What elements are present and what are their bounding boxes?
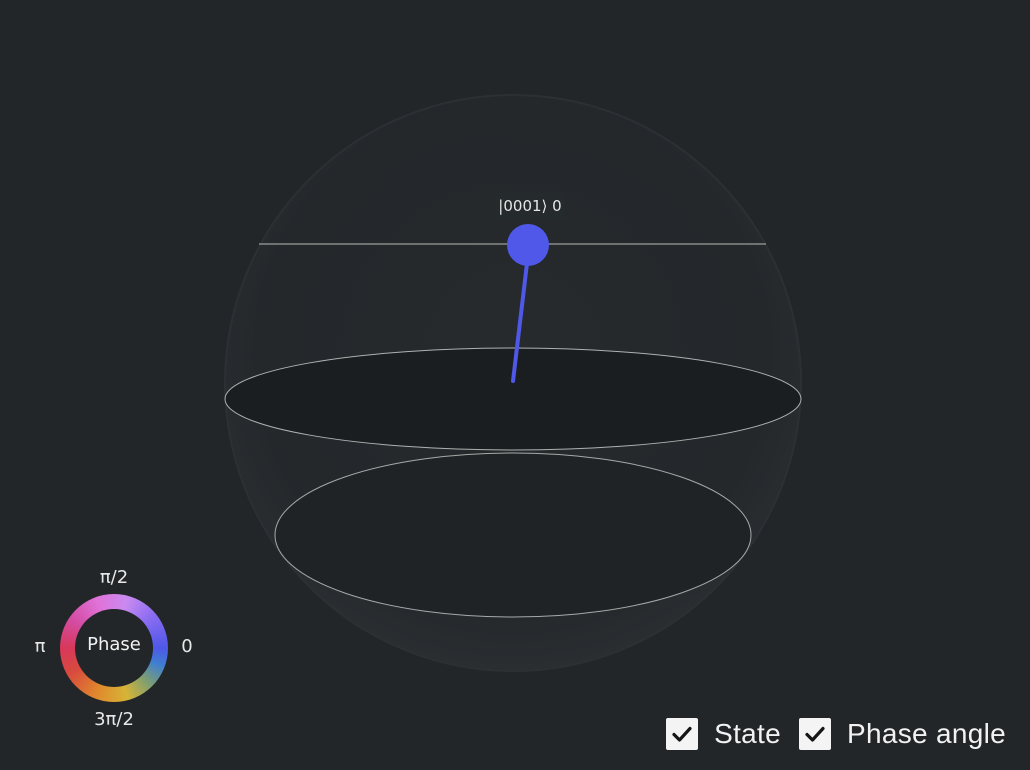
- display-toggles: State Phase angle: [666, 718, 1006, 750]
- state-checkbox[interactable]: [666, 718, 699, 750]
- phase-tick-three-pi-half: 3π/2: [94, 709, 134, 730]
- phase-angle-toggle[interactable]: Phase angle: [799, 718, 1006, 750]
- state-toggle[interactable]: State: [666, 718, 781, 750]
- phase-tick-zero: 0: [181, 636, 193, 657]
- checkmark-icon: [672, 726, 692, 742]
- phase-angle-toggle-label: Phase angle: [847, 718, 1006, 749]
- state-point[interactable]: [507, 224, 549, 266]
- state-toggle-label: State: [714, 718, 782, 749]
- checkmark-icon: [805, 726, 825, 742]
- lower-latitude-ring: [274, 452, 752, 618]
- equator-ring: [224, 347, 802, 451]
- phase-wheel-label: Phase: [87, 634, 141, 655]
- qsphere-viewer: |0001⟩ 0 Phase π/2 3π/2 π 0 State Phase …: [0, 0, 1030, 770]
- phase-tick-pi-half: π/2: [99, 567, 129, 588]
- state-label: |0001⟩ 0: [495, 193, 565, 219]
- phase-tick-pi: π: [34, 636, 46, 657]
- phase-angle-checkbox[interactable]: [799, 718, 832, 750]
